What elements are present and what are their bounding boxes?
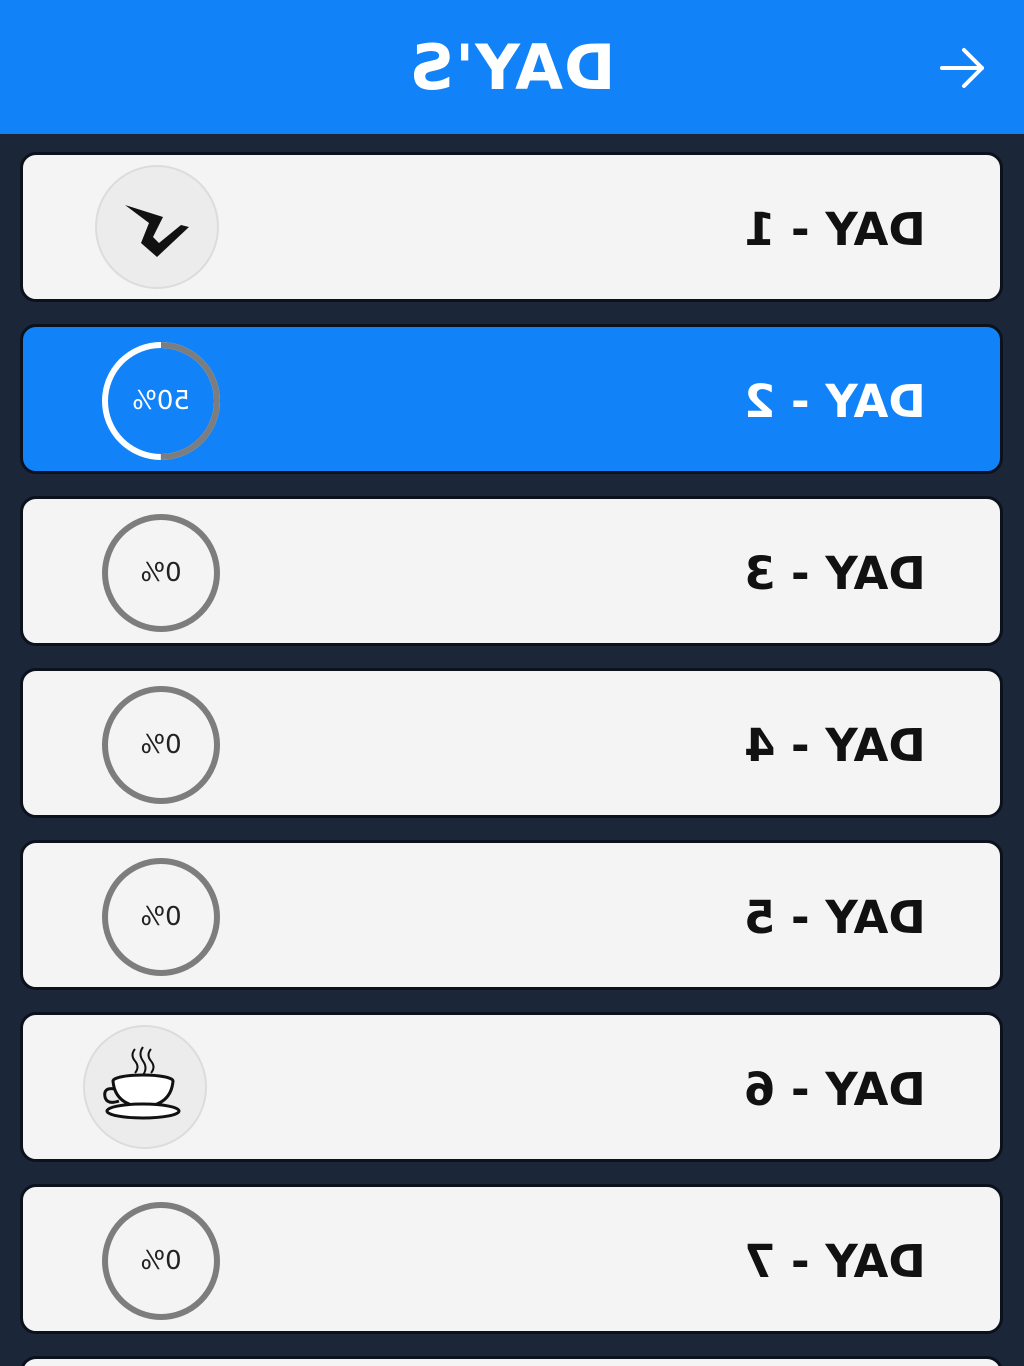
progress-ring: 0% [101,685,221,805]
day-card-7[interactable]: 0% DAY - 7 [20,1184,1003,1334]
progress-ring: 0% [101,513,221,633]
coffee-cup-icon [85,1027,205,1147]
progress-ring: 50% [101,341,221,461]
day-card-3[interactable]: 0% DAY - 3 [20,496,1003,646]
progress-ring: 0% [101,1201,221,1321]
checkmark-icon [97,167,217,287]
day-label: DAY - 1 [744,203,926,256]
day-label: DAY - 2 [744,375,926,428]
progress-percent: 0% [140,558,182,588]
day-card-5[interactable]: 0% DAY - 5 [20,840,1003,990]
day-label: DAY - 3 [744,547,926,600]
day-label: DAY - 5 [744,891,926,944]
day-card-2[interactable]: 50% DAY - 2 [20,324,1003,474]
day-card-6[interactable]: DAY - 6 [20,1012,1003,1162]
progress-percent: 50% [132,386,190,416]
day-label: DAY - 6 [744,1063,926,1116]
days-screen: DAY'S DAY - 1 50% DAY - 2 0% DAY - 3 0% … [0,0,1024,1366]
day-card-next[interactable] [20,1356,1003,1366]
app-header: DAY'S [0,0,1024,134]
day-label: DAY - 4 [744,719,926,772]
day-card-4[interactable]: 0% DAY - 4 [20,668,1003,818]
day-label: DAY - 7 [744,1235,926,1288]
progress-percent: 0% [140,730,182,760]
progress-percent: 0% [140,902,182,932]
day-card-1[interactable]: DAY - 1 [20,152,1003,302]
page-title: DAY'S [408,31,616,104]
progress-ring: 0% [101,857,221,977]
progress-percent: 0% [140,1246,182,1276]
arrow-right-icon[interactable] [932,40,992,96]
